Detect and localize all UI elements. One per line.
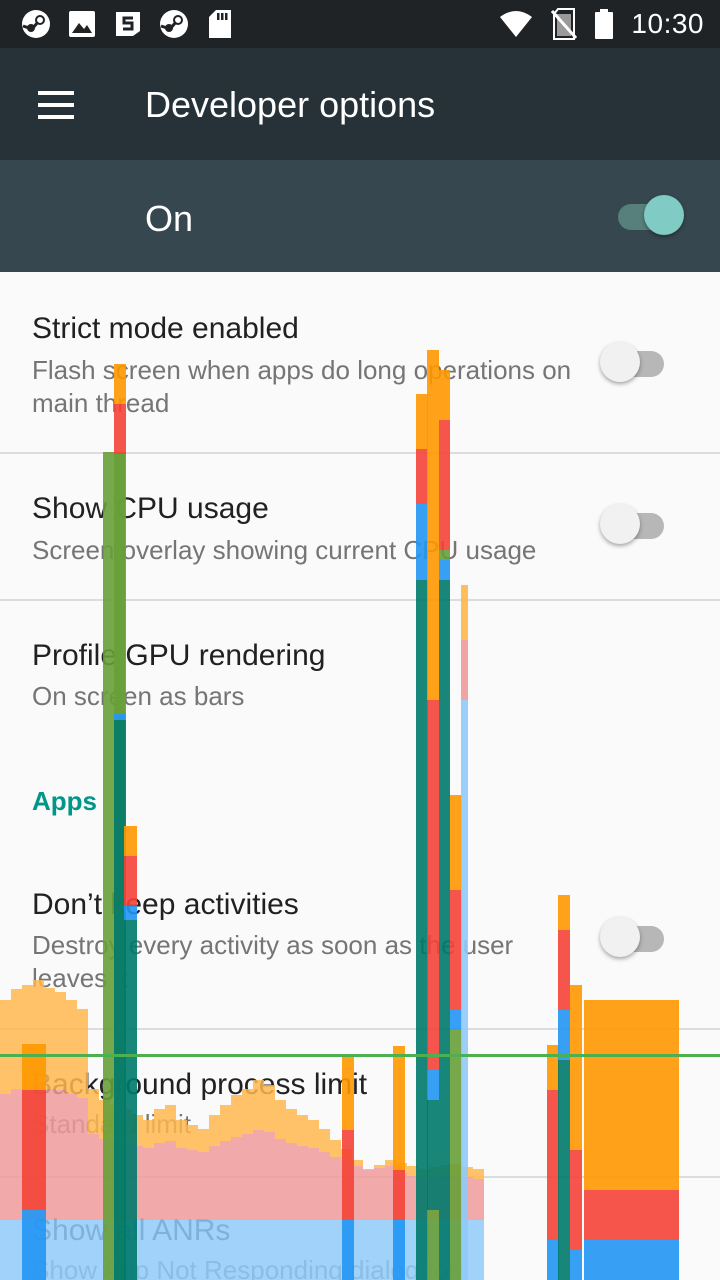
setting-dont-keep-activities[interactable]: Don’t keep activities Destroy every acti… xyxy=(0,850,720,1028)
setting-summary: Destroy every activity as soon as the us… xyxy=(32,930,514,993)
app-bar: Developer options xyxy=(0,48,720,160)
setting-title: Profile GPU rendering xyxy=(32,639,326,672)
setting-title: Background process limit xyxy=(32,1068,368,1101)
strict-mode-toggle-switch[interactable] xyxy=(600,341,670,389)
clock: 10:30 xyxy=(631,8,704,39)
setting-strict-mode[interactable]: Strict mode enabled Flash screen when ap… xyxy=(0,272,720,452)
notification-icons xyxy=(20,9,236,39)
setting-show-cpu-usage[interactable]: Show CPU usage Screen overlay showing cu… xyxy=(0,454,720,600)
setting-summary: Standard limit xyxy=(32,1109,191,1139)
setting-title: Strict mode enabled xyxy=(32,312,299,345)
system-icons: 10:30 xyxy=(499,8,704,40)
setting-profile-gpu-rendering[interactable]: Profile GPU rendering On screen as bars xyxy=(0,601,720,741)
steam-icon xyxy=(158,9,190,39)
steam-icon xyxy=(20,9,52,39)
setting-title: Don’t keep activities xyxy=(32,888,299,921)
hamburger-menu-icon[interactable] xyxy=(22,78,90,134)
setting-summary: Show App Not Responding dialog for xyxy=(32,1255,457,1280)
switch-thumb xyxy=(644,195,684,235)
battery-icon xyxy=(595,9,614,39)
master-switch-bar[interactable]: On xyxy=(0,160,720,272)
image-icon xyxy=(66,9,98,39)
sd-card-icon xyxy=(204,9,236,39)
switch-thumb xyxy=(600,504,640,544)
dont-keep-activities-toggle-switch[interactable] xyxy=(600,916,670,964)
switch-thumb xyxy=(600,917,640,957)
setting-summary: Screen overlay showing current CPU usage xyxy=(32,535,537,565)
section-header-apps: Apps xyxy=(32,786,97,816)
show-cpu-usage-toggle-switch[interactable] xyxy=(600,503,670,551)
setting-summary: Flash screen when apps do long operation… xyxy=(32,355,572,418)
master-switch-label: On xyxy=(145,198,194,239)
setting-title: Show CPU usage xyxy=(32,492,269,525)
setting-background-process-limit[interactable]: Background process limit Standard limit xyxy=(0,1030,720,1176)
status-bar: 10:30 xyxy=(0,0,720,48)
setting-summary: On screen as bars xyxy=(32,681,245,711)
setting-title: Show all ANRs xyxy=(32,1214,231,1247)
master-toggle-switch[interactable] xyxy=(616,194,686,242)
wifi-icon xyxy=(500,11,533,37)
switch-thumb xyxy=(600,342,640,382)
page-title: Developer options xyxy=(145,84,436,125)
setting-show-all-anrs[interactable]: Show all ANRs Show App Not Responding di… xyxy=(0,1178,720,1280)
no-sim-icon xyxy=(551,8,578,40)
swiftkey-icon xyxy=(112,9,144,39)
